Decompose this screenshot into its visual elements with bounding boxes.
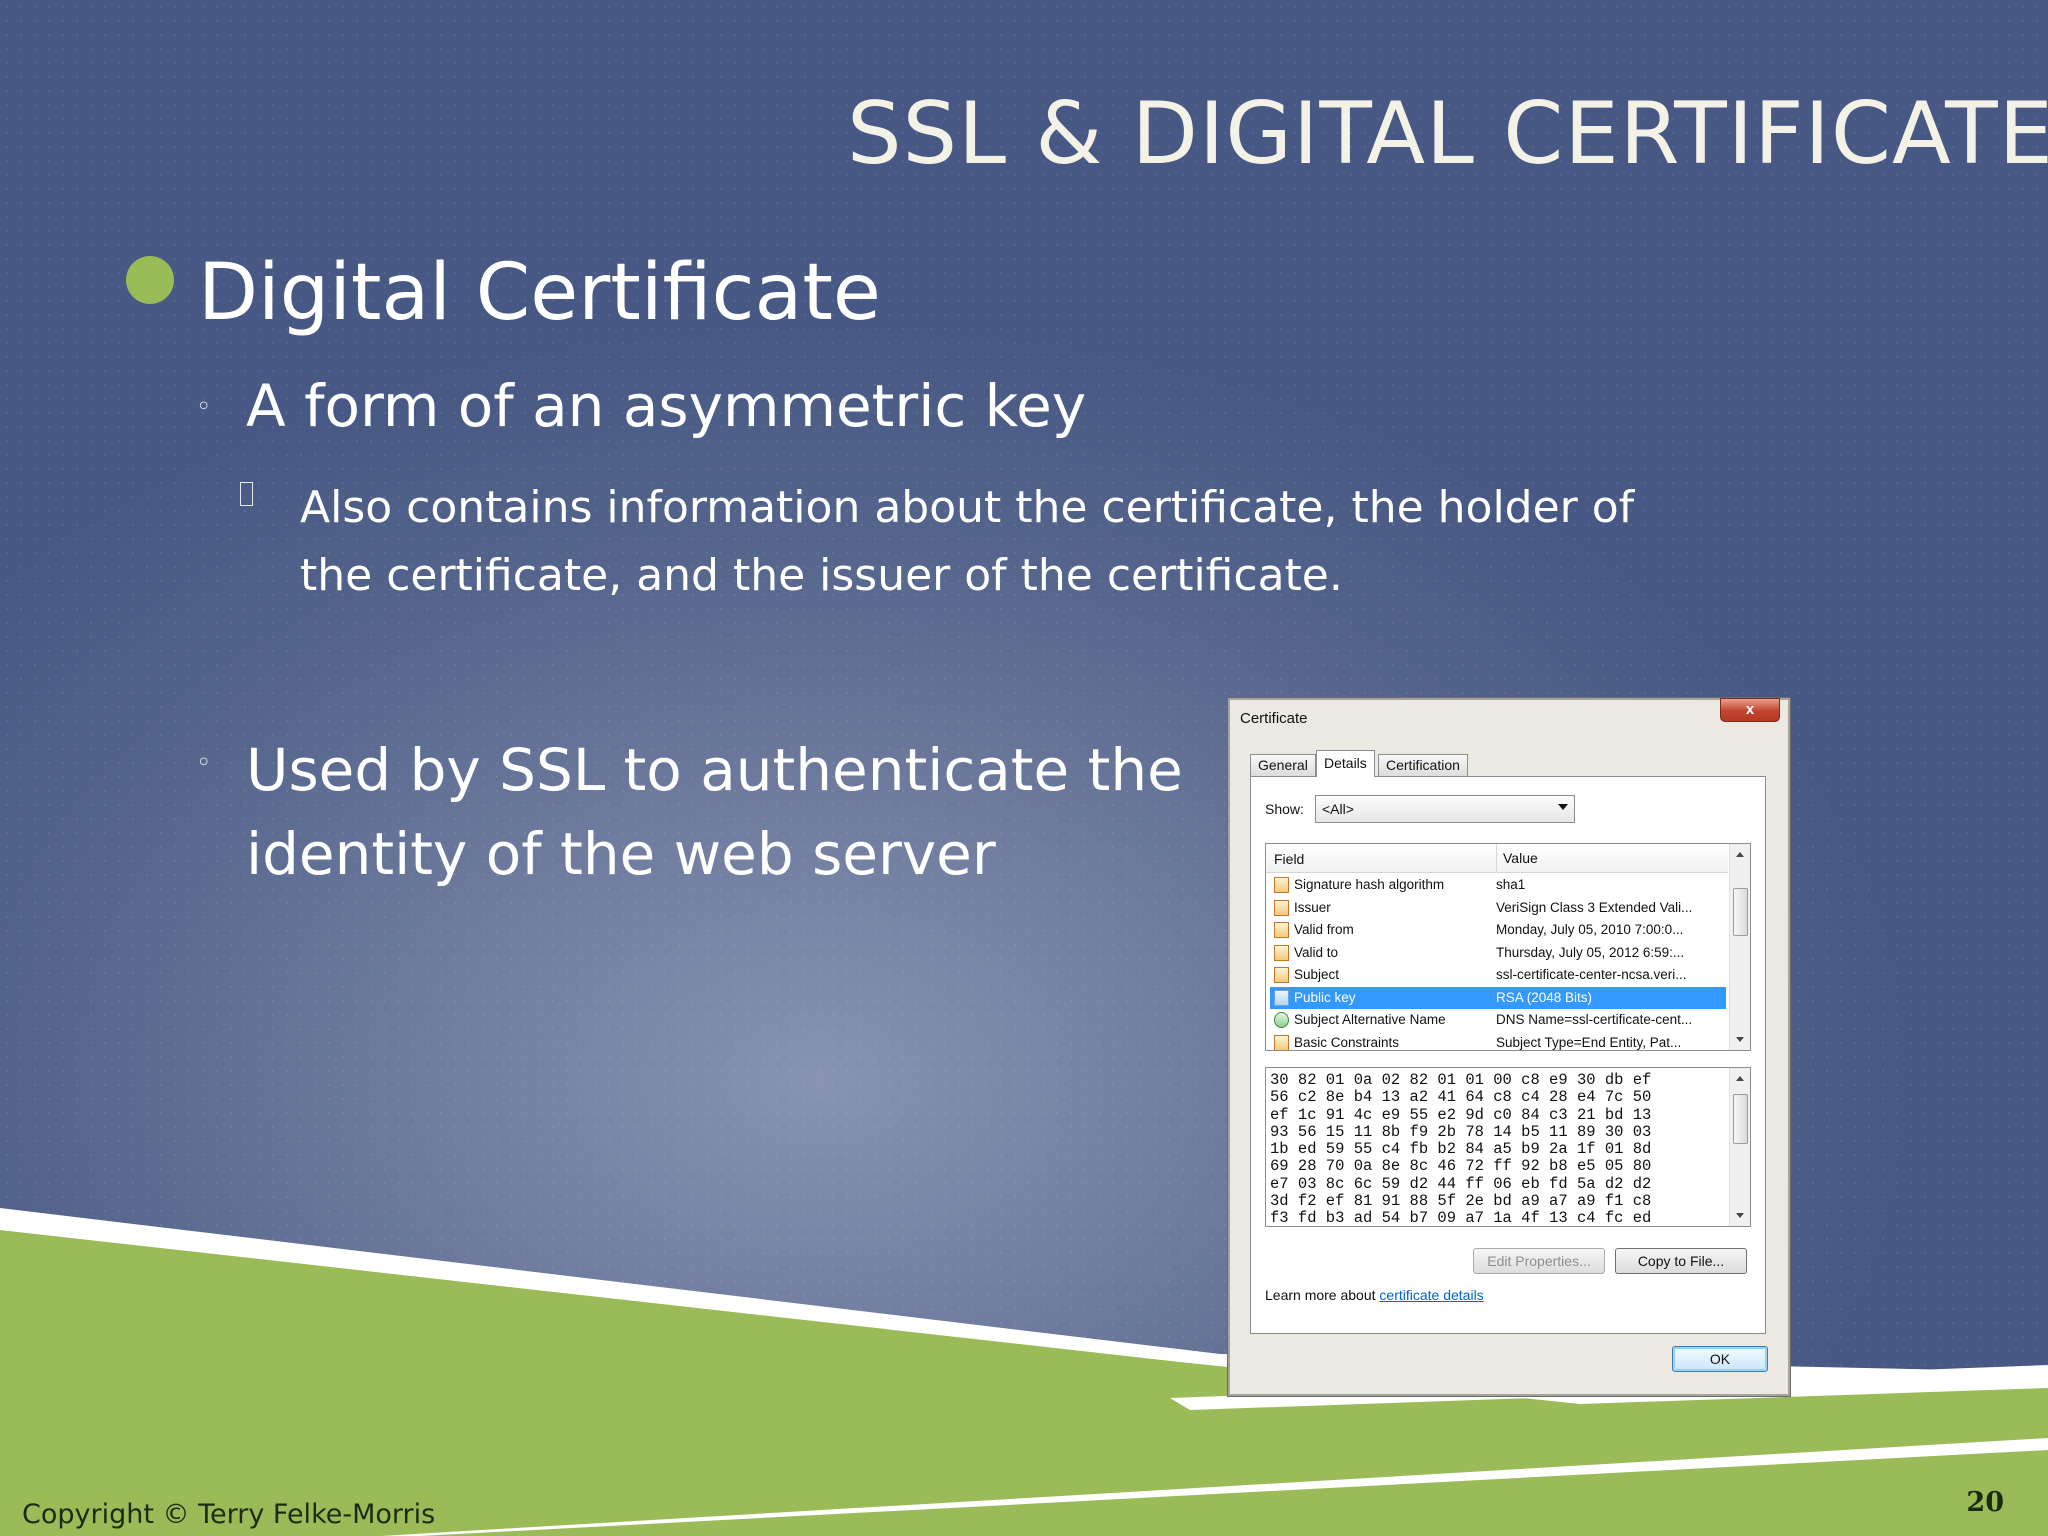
scroll-thumb[interactable] (1733, 888, 1748, 936)
bullet-level1: Digital Certificate (198, 248, 881, 338)
scroll-up-icon[interactable] (1736, 852, 1744, 857)
scroll-up-icon[interactable] (1736, 1076, 1744, 1081)
certificate-dialog: Certificate x General Details Certificat… (1228, 698, 1790, 1396)
table-row[interactable]: Subject Alternative Name DNS Name=ssl-cer… (1270, 1009, 1726, 1032)
row-value: VeriSign Class 3 Extended Vali... (1496, 899, 1693, 915)
certificate-field-icon (1274, 922, 1289, 938)
scroll-down-icon[interactable] (1736, 1037, 1744, 1042)
table-row[interactable]: Signature hash algorithm sha1 (1270, 874, 1726, 897)
row-field: Subject Alternative Name (1294, 1012, 1446, 1027)
row-value: DNS Name=ssl-certificate-cent... (1496, 1012, 1693, 1027)
edit-properties-button[interactable]: Edit Properties... (1473, 1248, 1605, 1274)
table-row[interactable]: Valid to Thursday, July 05, 2012 6:59:... (1270, 942, 1726, 965)
chevron-down-icon (1558, 804, 1568, 810)
row-field: Public key (1294, 989, 1356, 1005)
tab-general[interactable]: General (1250, 754, 1316, 776)
hex-line: 69 28 70 0a 8e 8c 46 72 ff 92 b8 e5 05 8… (1270, 1157, 1652, 1176)
row-field: Valid from (1294, 922, 1354, 937)
hex-line: ef 1c 91 4c e9 55 e2 9d c0 84 c3 21 bd 1… (1270, 1105, 1652, 1124)
row-value: ssl-certificate-center-ncsa.veri... (1496, 967, 1687, 982)
row-field: Basic Constraints (1294, 1034, 1400, 1050)
close-button[interactable]: x (1720, 698, 1780, 722)
table-row[interactable]: Basic Constraints Subject Type=End Entity… (1270, 1032, 1726, 1050)
row-value: Thursday, July 05, 2012 6:59:... (1496, 944, 1685, 960)
row-value: RSA (2048 Bits) (1496, 989, 1593, 1005)
fields-table: Field Value Signature hash algorithm sha1… (1265, 843, 1751, 1051)
table-header: Field Value (1266, 844, 1728, 873)
certificate-field-icon (1274, 1034, 1289, 1050)
slide-title: SSL & DIGITAL CERTIFICATE (846, 84, 2048, 184)
table-scrollbar[interactable] (1729, 844, 1750, 1050)
table-rows: Signature hash algorithm sha1 Issuer VeriSi… (1270, 874, 1726, 1050)
copy-to-file-button[interactable]: Copy to File... (1615, 1248, 1747, 1274)
certificate-details-link[interactable]: certificate details (1379, 1287, 1483, 1303)
hex-line: 1b ed 59 55 c4 fb b2 84 a5 b9 2a 1f 01 8… (1270, 1140, 1652, 1159)
hex-lines: 30 82 01 0a 02 82 01 01 00 c8 e9 30 db e… (1270, 1071, 1652, 1227)
row-value: Monday, July 05, 2010 7:00:0... (1496, 922, 1684, 937)
table-row[interactable]: Public key RSA (2048 Bits) (1270, 986, 1726, 1009)
learn-more-text: Learn more about certificate details (1265, 1287, 1484, 1303)
row-field: Issuer (1294, 899, 1331, 915)
hollow-bullet-icon: ◦ (196, 392, 212, 422)
row-field: Valid to (1294, 944, 1339, 960)
certificate-field-icon (1274, 944, 1289, 961)
row-field: Subject (1294, 967, 1340, 982)
copyright-footer: Copyright © Terry Felke-Morris (22, 1499, 436, 1530)
hex-line: e7 03 8c 6c 59 d2 44 ff 06 eb fd 5a d2 d… (1270, 1174, 1652, 1193)
scroll-thumb[interactable] (1733, 1094, 1748, 1144)
extension-icon (1274, 1012, 1289, 1028)
show-dropdown-value: <All> (1322, 801, 1354, 817)
row-value: sha1 (1496, 877, 1526, 892)
hex-line: 93 56 15 11 8b f9 2b 78 14 b5 11 89 30 0… (1270, 1122, 1652, 1141)
bullet-level2-b: Used by SSL to authenticate the identity… (246, 736, 1183, 888)
column-header-value[interactable]: Value (1496, 844, 1538, 872)
slide: SSL & DIGITAL CERTIFICATE Digital Certif… (0, 0, 2048, 1536)
certificate-field-icon (1274, 877, 1289, 893)
show-label: Show: (1265, 801, 1304, 817)
show-dropdown[interactable]: <All> (1315, 795, 1575, 823)
bullet-level3-a: Also contains information about the cert… (300, 482, 1635, 601)
row-value: Subject Type=End Entity, Pat... (1496, 1034, 1682, 1050)
learn-more-prefix: Learn more about (1265, 1287, 1380, 1303)
ok-button[interactable]: OK (1672, 1346, 1768, 1372)
scroll-down-icon[interactable] (1736, 1213, 1744, 1218)
tab-certification-path[interactable]: Certification Path (1378, 754, 1468, 794)
certificate-field-icon (1274, 899, 1289, 916)
certificate-field-icon (1274, 989, 1289, 1006)
bullet-level2-a: A form of an asymmetric key (246, 372, 1087, 440)
hex-line: f3 fd b3 ad 54 b7 09 a7 1a 4f 13 c4 fc e… (1270, 1209, 1652, 1227)
hex-scrollbar[interactable] (1729, 1068, 1750, 1226)
certificate-field-icon (1274, 967, 1289, 983)
hex-line: 3d f2 ef 81 91 88 5f 2e bd a9 a7 a9 f1 c… (1270, 1192, 1652, 1211)
page-number: 20 (1966, 1487, 2004, 1518)
value-hex-box[interactable]: 30 82 01 0a 02 82 01 01 00 c8 e9 30 db e… (1265, 1067, 1751, 1227)
table-row[interactable]: Issuer VeriSign Class 3 Extended Vali... (1270, 897, 1726, 920)
bullet-dot-icon (126, 256, 174, 304)
hollow-bullet-icon: ◦ (196, 748, 212, 778)
column-header-field[interactable]: Field (1274, 851, 1304, 867)
table-row[interactable]: Valid from Monday, July 05, 2010 7:00:0..… (1270, 919, 1726, 942)
hex-line: 56 c2 8e b4 13 a2 41 64 c8 c4 28 e4 7c 5… (1270, 1088, 1652, 1107)
hex-line: 30 82 01 0a 02 82 01 01 00 c8 e9 30 db e… (1270, 1071, 1652, 1089)
square-bullet-icon (240, 482, 253, 506)
table-row[interactable]: Subject ssl-certificate-center-ncsa.veri.… (1270, 964, 1726, 987)
details-panel: Show: <All> Field Value Signature hash a… (1250, 776, 1766, 1334)
dialog-title: Certificate (1240, 710, 1308, 727)
row-field: Signature hash algorithm (1294, 877, 1445, 892)
tab-details[interactable]: Details (1316, 750, 1375, 777)
